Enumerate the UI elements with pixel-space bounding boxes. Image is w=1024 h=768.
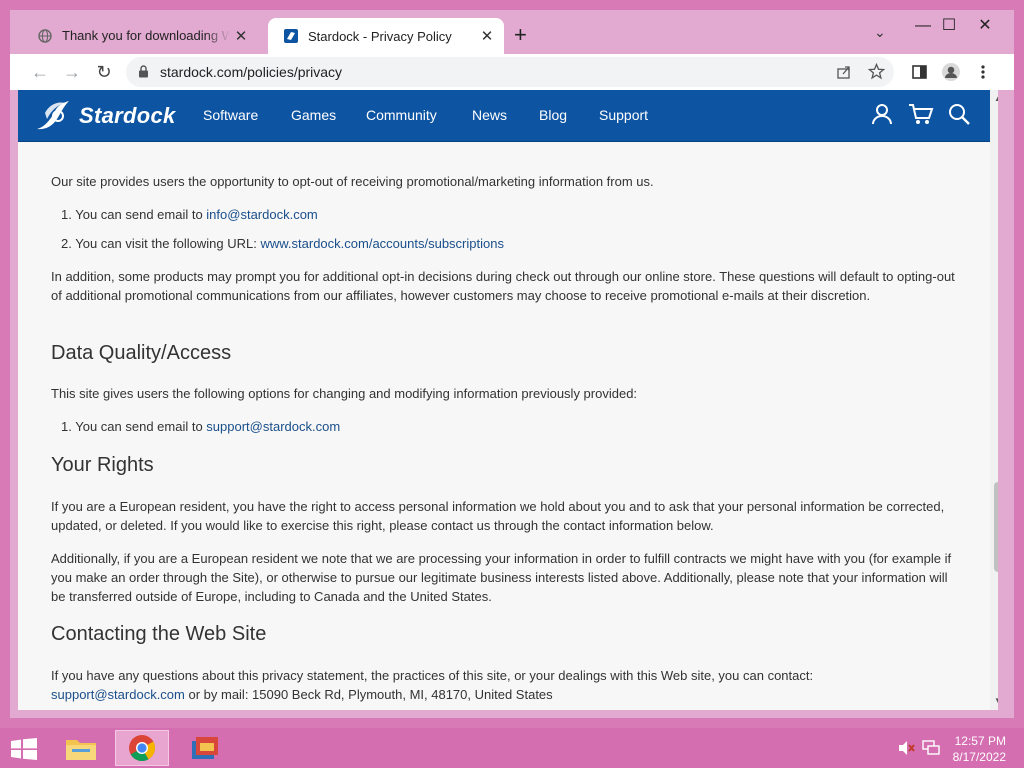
system-clock[interactable]: 12:57 PM 8/17/2022 xyxy=(953,733,1006,765)
share-icon[interactable] xyxy=(836,64,852,80)
list-number: 1. xyxy=(61,419,72,434)
list-item: 2. You can visit the following URL: www.… xyxy=(61,234,504,253)
dq-intro: This site gives users the following opti… xyxy=(51,386,638,401)
clock-time: 12:57 PM xyxy=(954,734,1006,748)
nav-software[interactable]: Software xyxy=(203,107,258,123)
contact-email-link[interactable]: support@stardock.com xyxy=(51,687,185,702)
optout-addition: In addition, some products may prompt yo… xyxy=(51,269,955,303)
back-button[interactable]: ← xyxy=(28,60,52,84)
chrome-app[interactable] xyxy=(115,730,169,766)
maximize-button[interactable]: ☐ xyxy=(934,18,964,34)
tab-search-chevron-icon[interactable]: ⌄ xyxy=(874,24,886,41)
windows-taskbar: 12:57 PM 8/17/2022 xyxy=(0,728,1024,768)
subscriptions-link[interactable]: www.stardock.com/accounts/subscriptions xyxy=(260,236,503,251)
bookmark-star-icon[interactable] xyxy=(868,63,885,80)
support-email-link[interactable]: support@stardock.com xyxy=(206,419,340,434)
list-text: You can send email to xyxy=(75,419,207,434)
lock-icon xyxy=(139,65,148,78)
reload-button[interactable]: ↻ xyxy=(92,60,116,84)
folder-icon xyxy=(66,740,96,760)
search-icon[interactable] xyxy=(948,103,970,125)
logo-text: Stardock xyxy=(79,103,176,128)
contact-mail-address: or by mail: 15090 Beck Rd, Plymouth, MI,… xyxy=(184,687,553,702)
tab-title: Stardock - Privacy Policy xyxy=(308,28,452,44)
list-item: 1. You can send email to support@stardoc… xyxy=(61,417,340,436)
side-panel-icon[interactable] xyxy=(912,65,927,79)
volume-muted-icon[interactable] xyxy=(898,740,916,756)
site-navbar: Stardock Software Games Community News B… xyxy=(18,90,990,142)
network-icon[interactable] xyxy=(922,740,940,756)
close-window-button[interactable]: ✕ xyxy=(970,18,1000,34)
tab-thank-you[interactable]: Thank you for downloading Wind ✕ xyxy=(22,18,258,53)
clock-date: 8/17/2022 xyxy=(952,750,1006,764)
installer-icon xyxy=(192,737,218,759)
address-bar[interactable]: stardock.com/policies/privacy xyxy=(126,57,894,87)
tab-privacy-policy[interactable]: Stardock - Privacy Policy ✕ xyxy=(268,18,504,54)
scroll-down-arrow-icon[interactable]: ▼ xyxy=(994,696,998,705)
scroll-thumb[interactable] xyxy=(994,482,998,572)
tab-title: Thank you for downloading Wind xyxy=(62,28,230,43)
browser-toolbar: ← → ↻ stardock.com/policies/privacy xyxy=(10,54,1014,90)
info-email-link[interactable]: info@stardock.com xyxy=(206,207,317,222)
data-quality-heading: Data Quality/Access xyxy=(51,342,232,364)
stardock-logo-icon xyxy=(37,101,69,130)
nav-games[interactable]: Games xyxy=(291,107,336,123)
forward-button[interactable]: → xyxy=(60,60,84,84)
contact-text: If you have any questions about this pri… xyxy=(51,668,814,683)
page-viewport: Stardock Software Games Community News B… xyxy=(18,90,998,710)
cart-icon[interactable] xyxy=(908,103,934,125)
optout-intro: Our site provides users the opportunity … xyxy=(51,174,654,189)
nav-community[interactable]: Community xyxy=(366,107,437,123)
list-item: 1. You can send email to info@stardock.c… xyxy=(61,205,318,224)
globe-icon xyxy=(38,28,52,43)
browser-window: — ☐ ✕ Thank you for downloading Wind ✕ S… xyxy=(10,10,1014,718)
contact-paragraph: If you have any questions about this pri… xyxy=(51,666,961,704)
windows-start-icon[interactable] xyxy=(10,738,38,760)
menu-dots-icon[interactable] xyxy=(980,64,986,80)
close-tab-icon[interactable]: ✕ xyxy=(476,27,498,45)
url-text: stardock.com/policies/privacy xyxy=(160,64,343,80)
stardock-logo[interactable]: Stardock xyxy=(31,99,176,133)
your-rights-heading: Your Rights xyxy=(51,454,154,476)
rights-paragraph-1: If you are a European resident, you have… xyxy=(51,499,945,533)
new-tab-button[interactable]: + xyxy=(514,24,527,46)
close-tab-icon[interactable]: ✕ xyxy=(230,27,252,45)
nav-support[interactable]: Support xyxy=(599,107,648,123)
list-number: 1. xyxy=(61,207,72,222)
page-scrollbar[interactable]: ▲ ▼ xyxy=(990,90,998,710)
chrome-icon xyxy=(129,735,156,762)
user-icon[interactable] xyxy=(871,103,893,125)
stardock-favicon-icon xyxy=(284,29,298,43)
list-text: You can send email to xyxy=(75,207,207,222)
rights-paragraph-2: Additionally, if you are a European resi… xyxy=(51,551,952,604)
file-explorer-app[interactable] xyxy=(54,730,108,766)
nav-blog[interactable]: Blog xyxy=(539,107,567,123)
list-text: You can visit the following URL: xyxy=(75,236,261,251)
nav-news[interactable]: News xyxy=(472,107,507,123)
scroll-up-arrow-icon[interactable]: ▲ xyxy=(994,94,998,103)
contacting-heading: Contacting the Web Site xyxy=(51,623,267,645)
profile-avatar-icon[interactable] xyxy=(941,62,961,82)
installer-app[interactable] xyxy=(177,730,231,766)
list-number: 2. xyxy=(61,236,72,251)
